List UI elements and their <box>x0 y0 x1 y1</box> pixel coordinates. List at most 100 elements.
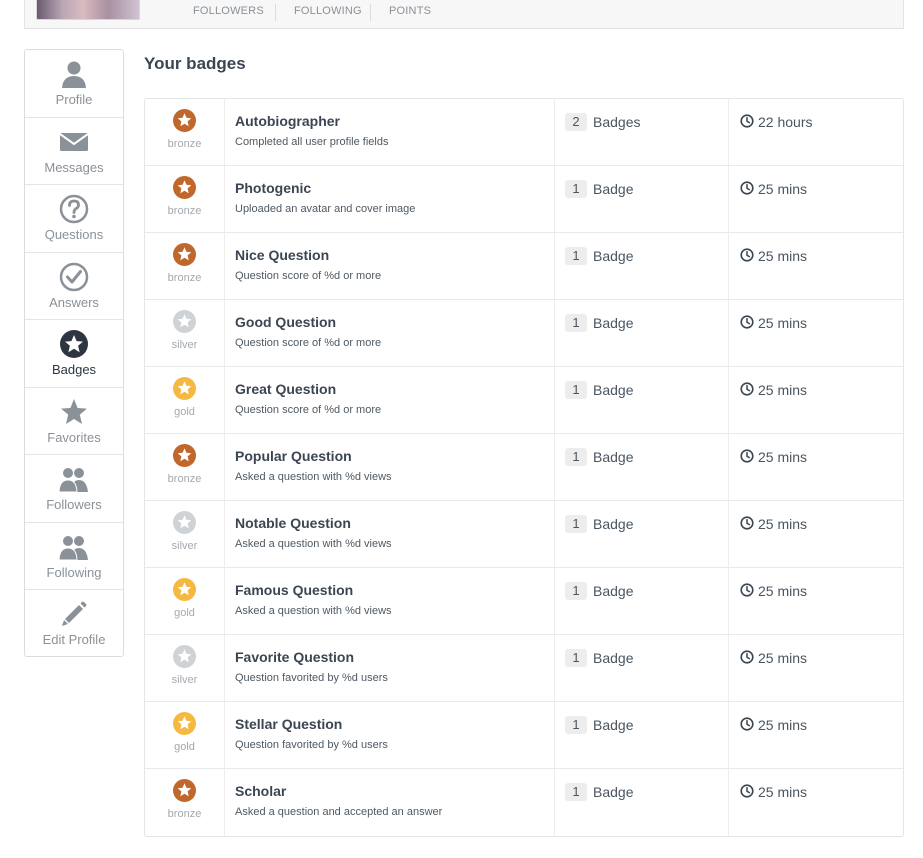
star-icon <box>25 396 123 428</box>
badge-medal-cell: silver <box>145 501 225 567</box>
sidebar-item-favorites[interactable]: Favorites <box>25 388 123 455</box>
badge-name-cell: Nice Question Question score of %d or mor… <box>225 233 555 299</box>
stat-following[interactable]: FOLLOWING <box>275 4 380 21</box>
badge-list: bronze Autobiographer Completed all user p… <box>144 98 904 837</box>
badge-time-cell: 25 mins <box>729 166 903 232</box>
gold-medal-icon <box>173 712 196 735</box>
badge-description: Asked a question with %d views <box>235 538 392 550</box>
badge-earned-time: 25 mins <box>758 382 808 398</box>
badge-count: 1 <box>565 381 587 399</box>
badge-count: 1 <box>565 582 587 600</box>
badge-count: 1 <box>565 649 587 667</box>
clock-icon <box>740 717 754 731</box>
badge-description: Asked a question and accepted an answer <box>235 806 443 818</box>
badge-medal-cell: bronze <box>145 166 225 232</box>
badge-time-cell: 25 mins <box>729 769 903 836</box>
sidebar-item-questions[interactable]: Questions <box>25 185 123 253</box>
sidebar-item-answers[interactable]: Answers <box>25 253 123 320</box>
badge-count: 1 <box>565 783 587 801</box>
badge-count-label: Badge <box>593 382 634 398</box>
badge-count: 1 <box>565 515 587 533</box>
table-row: silver Favorite Question Question favorite… <box>145 635 903 702</box>
sidebar-item-label: Edit Profile <box>42 632 106 647</box>
badge-count-label: Badges <box>593 114 641 130</box>
user-icon <box>25 58 123 90</box>
badge-count-label: Badge <box>593 248 634 264</box>
badge-count-cell: 1 Badge <box>555 769 729 836</box>
badge-time-cell: 25 mins <box>729 300 903 366</box>
badge-count: 1 <box>565 716 587 734</box>
profile-stats-bar: FOLLOWERS FOLLOWING POINTS <box>24 0 904 29</box>
badge-name-cell: Photogenic Uploaded an avatar and cover i… <box>225 166 555 232</box>
badge-name[interactable]: Famous Question <box>235 582 353 598</box>
badge-name[interactable]: Good Question <box>235 314 336 330</box>
badge-name[interactable]: Favorite Question <box>235 649 354 665</box>
badge-count-cell: 1 Badge <box>555 702 729 768</box>
table-row: silver Good Question Question score of %d … <box>145 300 903 367</box>
sidebar-item-label: Followers <box>46 497 102 512</box>
badge-earned-time: 25 mins <box>758 650 808 666</box>
badge-tier: silver <box>171 339 198 351</box>
profile-sidebar: Profile Messages Questions Answers Badge… <box>24 49 124 657</box>
badge-name[interactable]: Notable Question <box>235 515 351 531</box>
badge-name[interactable]: Nice Question <box>235 247 329 263</box>
sidebar-item-label: Favorites <box>47 429 101 445</box>
badge-tier: bronze <box>167 138 202 150</box>
sidebar-item-label: Following <box>46 564 102 580</box>
badge-name[interactable]: Stellar Question <box>235 716 342 732</box>
badge-medal-cell: gold <box>145 367 225 433</box>
badge-description: Asked a question with %d views <box>235 471 392 483</box>
gold-medal-icon <box>173 578 196 601</box>
sidebar-item-badges[interactable]: Badges <box>25 320 123 388</box>
badge-tier: bronze <box>167 205 202 217</box>
clock-icon <box>740 315 754 329</box>
badge-name[interactable]: Great Question <box>235 381 336 397</box>
badge-name[interactable]: Autobiographer <box>235 113 340 129</box>
badge-name-cell: Favorite Question Question favorited by %… <box>225 635 555 701</box>
badge-description: Question favorited by %d users <box>235 672 388 684</box>
sidebar-item-edit-profile[interactable]: Edit Profile <box>25 590 123 658</box>
sidebar-item-followers[interactable]: Followers <box>25 455 123 523</box>
sidebar-item-label: Profile <box>55 92 93 107</box>
sidebar-item-messages[interactable]: Messages <box>25 118 123 185</box>
badge-count: 1 <box>565 448 587 466</box>
badge-description: Uploaded an avatar and cover image <box>235 203 416 215</box>
badge-count-label: Badge <box>593 516 634 532</box>
silver-medal-icon <box>173 645 196 668</box>
badge-time-cell: 25 mins <box>729 501 903 567</box>
clock-icon <box>740 784 754 798</box>
badge-description: Completed all user profile fields <box>235 136 389 148</box>
stat-points[interactable]: POINTS <box>370 4 449 21</box>
avatar[interactable] <box>36 0 140 20</box>
bronze-medal-icon <box>173 243 196 266</box>
badge-time-cell: 22 hours <box>729 99 903 165</box>
users-icon <box>25 531 123 563</box>
sidebar-item-following[interactable]: Following <box>25 523 123 590</box>
table-row: bronze Scholar Asked a question and accept… <box>145 769 903 836</box>
badge-count: 1 <box>565 247 587 265</box>
badge-name[interactable]: Popular Question <box>235 448 352 464</box>
badge-description: Question score of %d or more <box>235 337 382 349</box>
bronze-medal-icon <box>173 176 196 199</box>
badge-medal-cell: silver <box>145 635 225 701</box>
badge-earned-time: 25 mins <box>758 181 808 197</box>
badge-count-label: Badge <box>593 449 634 465</box>
badge-name[interactable]: Photogenic <box>235 180 311 196</box>
badge-count: 1 <box>565 314 587 332</box>
badge-name[interactable]: Scholar <box>235 783 286 799</box>
stat-followers[interactable]: FOLLOWERS <box>175 4 282 21</box>
badge-tier: silver <box>171 674 198 686</box>
badge-medal-cell: gold <box>145 702 225 768</box>
silver-medal-icon <box>173 511 196 534</box>
badge-medal-cell: bronze <box>145 434 225 500</box>
silver-medal-icon <box>173 310 196 333</box>
sidebar-item-label: Answers <box>49 294 99 310</box>
bronze-medal-icon <box>173 779 196 802</box>
table-row: silver Notable Question Asked a question w… <box>145 501 903 568</box>
badge-name-cell: Famous Question Asked a question with %d … <box>225 568 555 634</box>
sidebar-item-profile[interactable]: Profile <box>25 50 123 118</box>
badge-tier: bronze <box>167 272 202 284</box>
badge-medal-cell: silver <box>145 300 225 366</box>
clock-icon <box>740 382 754 396</box>
table-row: bronze Popular Question Asked a question w… <box>145 434 903 501</box>
